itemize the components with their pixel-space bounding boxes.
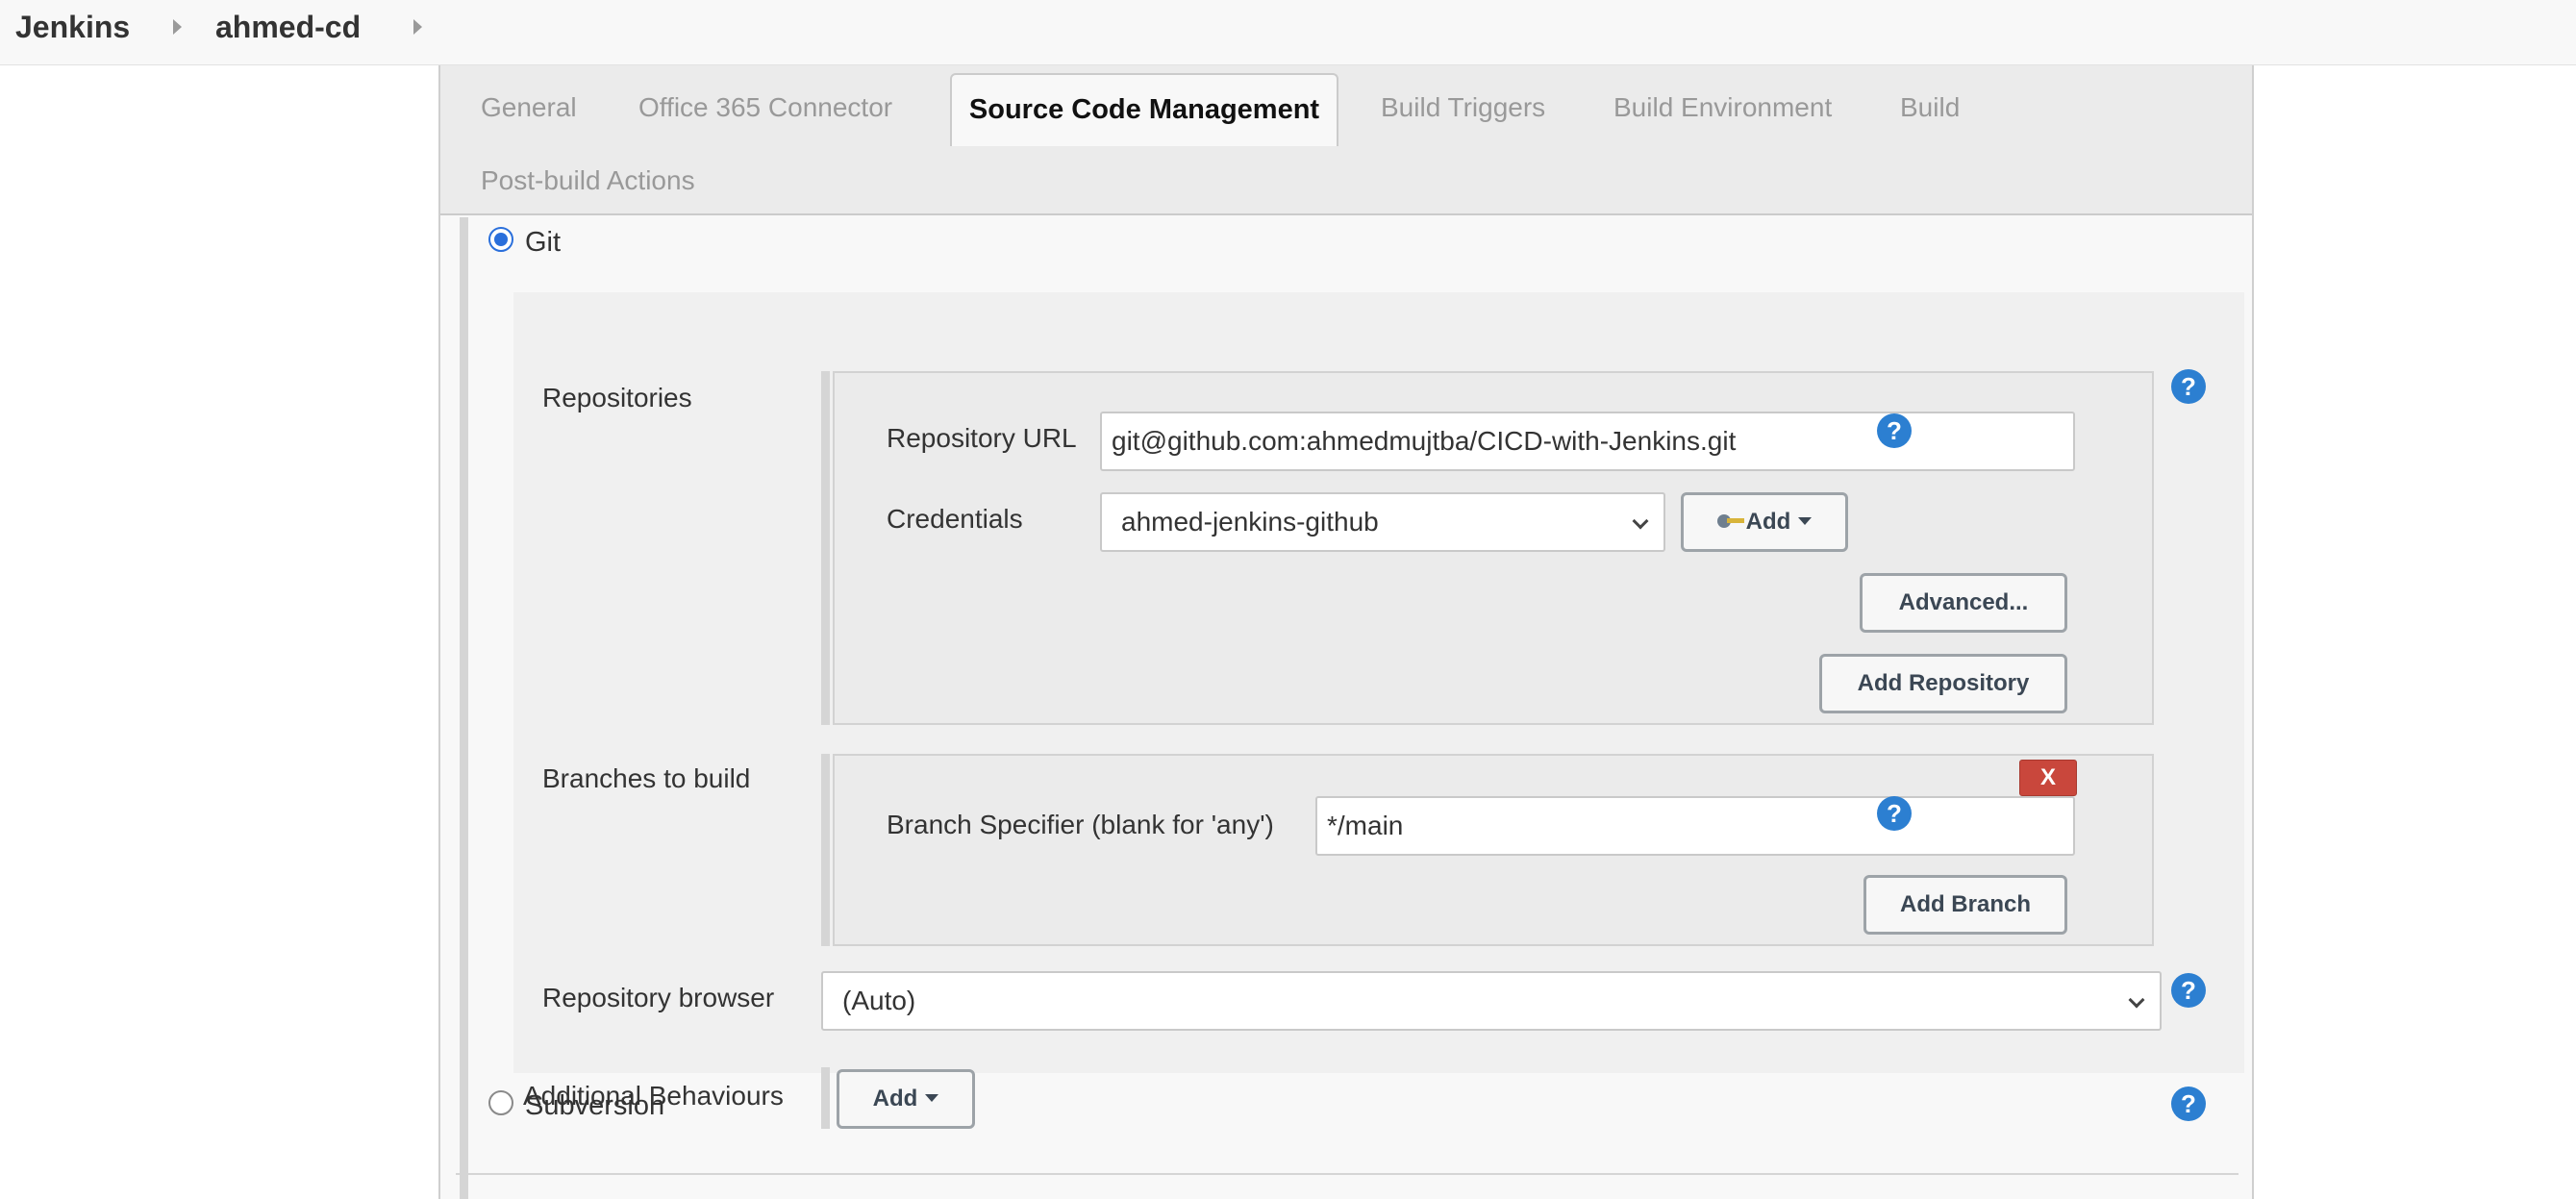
- repositories-label: Repositories: [542, 383, 692, 412]
- add-credentials-label: Add: [1745, 509, 1791, 535]
- tab-general[interactable]: General: [481, 90, 577, 125]
- branch-specifier-label: Branch Specifier (blank for 'any'): [887, 810, 1274, 839]
- chevron-right-icon[interactable]: [413, 19, 422, 35]
- repository-url-label: Repository URL: [887, 423, 1077, 453]
- add-branch-button[interactable]: Add Branch: [1863, 875, 2067, 935]
- help-icon[interactable]: ?: [2171, 1087, 2206, 1121]
- config-panel: General Office 365 Connector Source Code…: [438, 65, 2254, 1199]
- branches-bar: [821, 754, 830, 946]
- caret-down-icon: [1798, 516, 1813, 525]
- repository-entry: Repository URL git@github.com:ahmedmujtb…: [833, 371, 2154, 725]
- branch-specifier-input[interactable]: */main: [1315, 796, 2075, 856]
- config-tabs: General Office 365 Connector Source Code…: [440, 65, 2252, 215]
- tab-build-triggers[interactable]: Build Triggers: [1381, 90, 1545, 125]
- tab-source-code-management[interactable]: Source Code Management: [950, 73, 1338, 146]
- branch-entry: X Branch Specifier (blank for 'any') */m…: [833, 754, 2154, 946]
- help-icon[interactable]: ?: [2171, 369, 2206, 404]
- add-repository-button[interactable]: Add Repository: [1819, 654, 2067, 713]
- chevron-down-icon: [1632, 512, 1649, 530]
- add-credentials-button[interactable]: Add: [1681, 492, 1848, 552]
- key-icon: [1716, 513, 1744, 529]
- repository-url-input[interactable]: git@github.com:ahmedmujtba/CICD-with-Jen…: [1100, 412, 2075, 471]
- repositories-bar: [821, 371, 830, 725]
- git-options: Repositories Repository URL git@github.c…: [513, 292, 2244, 1073]
- repository-browser-label: Repository browser: [542, 983, 775, 1012]
- repository-browser-value: (Auto): [842, 986, 916, 1015]
- breadcrumb-jenkins[interactable]: Jenkins: [15, 8, 130, 46]
- help-icon[interactable]: ?: [1877, 796, 1912, 831]
- delete-branch-button[interactable]: X: [2019, 760, 2077, 796]
- section-divider: [456, 1173, 2238, 1175]
- credentials-select[interactable]: ahmed-jenkins-github: [1100, 492, 1665, 552]
- add-behaviour-button[interactable]: Add: [837, 1069, 975, 1129]
- help-icon[interactable]: ?: [2171, 973, 2206, 1008]
- subversion-label[interactable]: Subversion: [525, 1088, 664, 1123]
- git-label[interactable]: Git: [525, 225, 561, 260]
- add-behaviour-label: Add: [872, 1086, 918, 1112]
- breadcrumb-job[interactable]: ahmed-cd: [215, 8, 361, 46]
- breadcrumb-bar: Jenkins ahmed-cd: [0, 0, 2576, 65]
- chevron-down-icon: [2128, 991, 2145, 1009]
- caret-down-icon: [925, 1093, 939, 1102]
- credentials-label: Credentials: [887, 504, 1023, 534]
- tab-build-environment[interactable]: Build Environment: [1613, 90, 1832, 125]
- git-radio[interactable]: [488, 227, 513, 252]
- advanced-button[interactable]: Advanced...: [1860, 573, 2067, 633]
- chevron-right-icon: [173, 19, 182, 35]
- tab-office-365-connector[interactable]: Office 365 Connector: [638, 90, 892, 125]
- tab-build[interactable]: Build: [1900, 90, 1960, 125]
- repository-browser-select[interactable]: (Auto): [821, 971, 2162, 1031]
- scm-section-bar: [460, 217, 468, 1199]
- credentials-value: ahmed-jenkins-github: [1121, 507, 1379, 537]
- branches-label: Branches to build: [542, 763, 751, 793]
- additional-behaviours-bar: [821, 1067, 830, 1129]
- subversion-radio[interactable]: [488, 1090, 513, 1115]
- tab-post-build-actions[interactable]: Post-build Actions: [481, 163, 695, 198]
- help-icon[interactable]: ?: [1877, 413, 1912, 448]
